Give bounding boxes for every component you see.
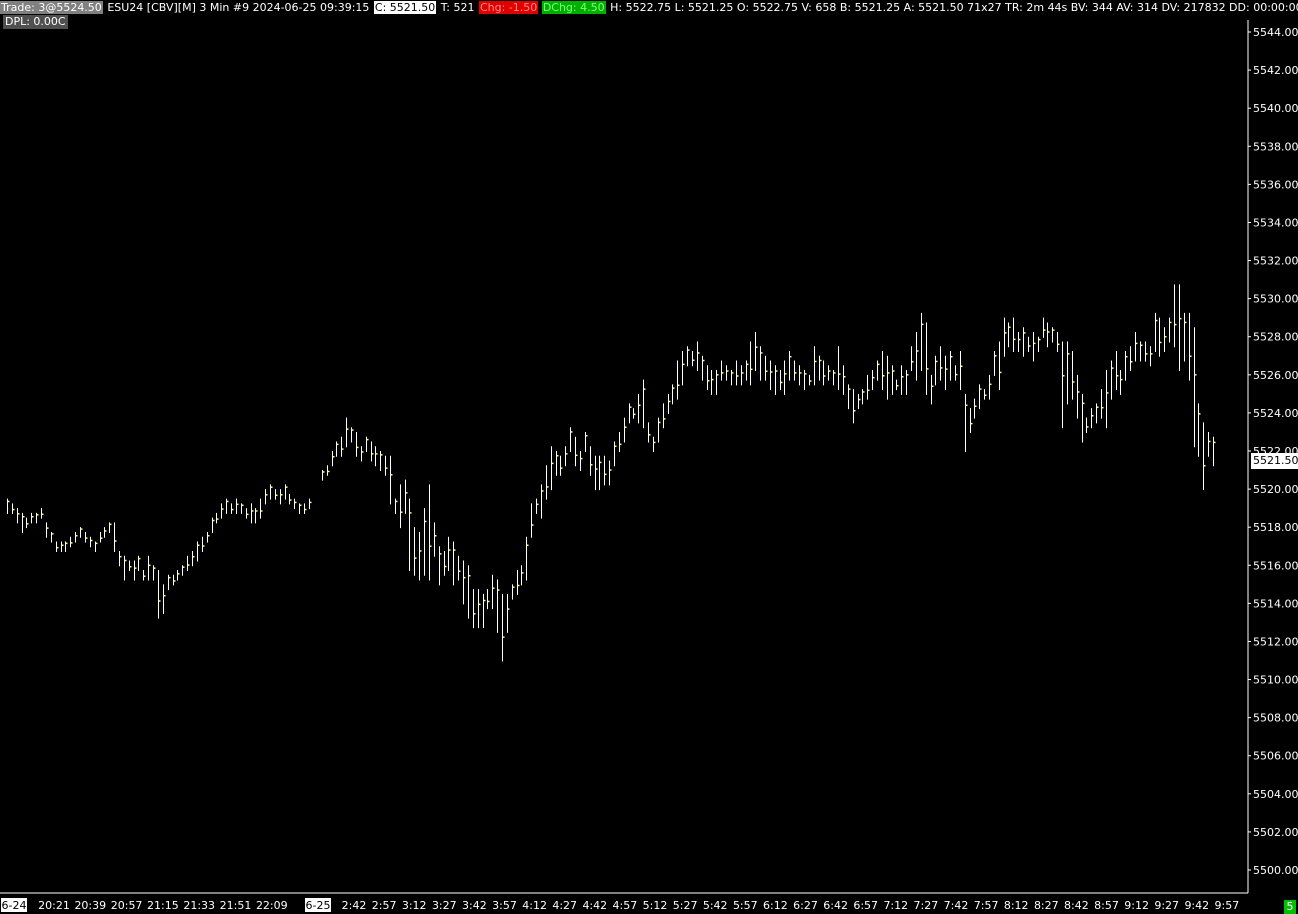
time-tick-label: 20:21 (38, 899, 70, 912)
time-tick-label: 6:27 (793, 899, 818, 912)
price-chart[interactable]: 5544.00 5542.00 5540.00 5538.00 5536.00 5534.… (0, 0, 1298, 914)
time-tick-label: 9:57 (1215, 899, 1240, 912)
chart-header: Trade: 3@5524.50 ESU24 [CBV][M] 3 Min #9… (0, 0, 1298, 15)
price-tick-label: 5538.00 (1253, 140, 1298, 153)
time-tick-label: 2:42 (342, 899, 367, 912)
price-tick-label: 5534.00 (1253, 216, 1298, 229)
time-tick-label: 8:27 (1034, 899, 1059, 912)
price-tick-label: 5528.00 (1253, 331, 1298, 344)
time-tick-label: 3:57 (492, 899, 517, 912)
bar-stats: H: 5522.75 L: 5521.25 O: 5522.75 V: 658 … (610, 1, 1298, 14)
time-tick-label: 8:57 (1094, 899, 1119, 912)
close-value: C: 5521.50 (373, 1, 437, 14)
ticks-value: T: 521 (440, 1, 475, 14)
price-tick-label: 5504.00 (1253, 788, 1298, 801)
time-tick-label: 9:27 (1154, 899, 1179, 912)
time-tick-label: 21:51 (220, 899, 252, 912)
time-tick-label: 5:27 (673, 899, 698, 912)
time-tick-label: 6:42 (823, 899, 848, 912)
time-tick-label: 7:57 (974, 899, 999, 912)
time-tick-label: 6:12 (763, 899, 788, 912)
time-tick-label: 8:42 (1064, 899, 1089, 912)
price-tick-label: 5542.00 (1253, 64, 1298, 77)
time-tick-label: 3:12 (402, 899, 427, 912)
time-tick-label: 9:12 (1124, 899, 1149, 912)
time-tick-label: 5:12 (643, 899, 668, 912)
price-tick-label: 5514.00 (1253, 597, 1298, 610)
time-tick-label: 3:42 (462, 899, 487, 912)
time-tick-label: 4:27 (552, 899, 577, 912)
price-tick-label: 5508.00 (1253, 712, 1298, 725)
time-tick-label: 3:27 (432, 899, 457, 912)
time-tick-label: 20:57 (111, 899, 143, 912)
time-tick-label: 6-25 (306, 899, 331, 912)
price-tick-label: 5526.00 (1253, 369, 1298, 382)
time-tick-label: 4:42 (582, 899, 607, 912)
corner-badge[interactable]: 5 (1284, 900, 1296, 914)
last-price-tag: 5521.50 (1251, 452, 1298, 469)
price-tick-label: 5530.00 (1253, 293, 1298, 306)
time-tick-label: 6-24 (2, 899, 27, 912)
time-tick-label: 5:42 (703, 899, 728, 912)
price-tick-label: 5536.00 (1253, 178, 1298, 191)
price-tick-label: 5540.00 (1253, 102, 1298, 115)
price-tick-label: 5520.00 (1253, 483, 1298, 496)
time-tick-label: 21:15 (147, 899, 179, 912)
price-tick-label: 5506.00 (1253, 750, 1298, 763)
time-axis[interactable]: 6-24 20:21 20:39 20:57 21:15 21:33 21:51 22:09 6… (1, 898, 1239, 912)
price-tick-label: 5510.00 (1253, 674, 1298, 687)
daily-change-value: DChg: 4.50 (541, 1, 606, 14)
last-trade-label: Trade: 3@5524.50 (0, 1, 103, 14)
price-tick-label: 5502.00 (1253, 826, 1298, 839)
price-tick-label: 5544.00 (1253, 26, 1298, 39)
time-tick-label: 22:09 (256, 899, 288, 912)
time-tick-label: 5:57 (733, 899, 758, 912)
time-tick-label: 7:42 (944, 899, 969, 912)
price-tick-label: 5532.00 (1253, 255, 1298, 268)
time-tick-label: 7:27 (914, 899, 939, 912)
price-tick-label: 5518.00 (1253, 521, 1298, 534)
time-tick-label: 4:57 (613, 899, 638, 912)
time-tick-label: 7:12 (883, 899, 908, 912)
time-tick-label: 2:57 (372, 899, 397, 912)
price-tick-label: 5524.00 (1253, 407, 1298, 420)
time-tick-label: 21:33 (183, 899, 215, 912)
symbol-info: ESU24 [CBV][M] 3 Min #9 2024-06-25 09:39… (107, 1, 370, 14)
time-tick-label: 6:57 (853, 899, 878, 912)
dpl-label: DPL: 0.00C (3, 15, 68, 29)
time-tick-label: 4:12 (522, 899, 547, 912)
price-tick-label: 5500.00 (1253, 864, 1298, 877)
price-tick-label: 5512.00 (1253, 635, 1298, 648)
time-tick-label: 20:39 (74, 899, 106, 912)
time-tick-label: 8:12 (1004, 899, 1029, 912)
price-tick-label: 5516.00 (1253, 559, 1298, 572)
change-value: Chg: -1.50 (479, 1, 539, 14)
time-tick-label: 9:42 (1184, 899, 1209, 912)
